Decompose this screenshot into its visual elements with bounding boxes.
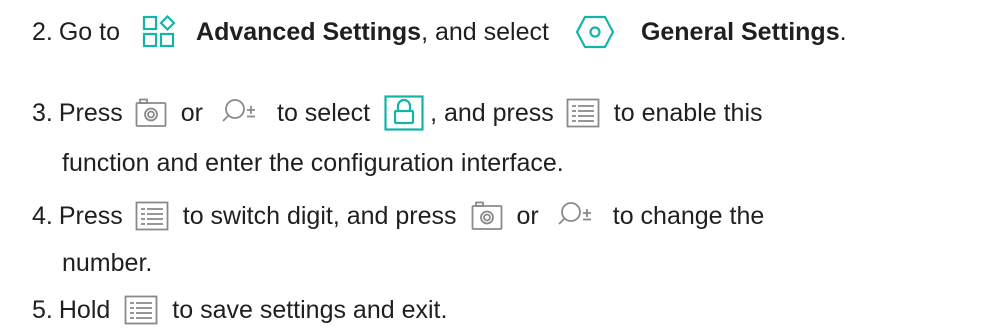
step-text: or — [516, 202, 539, 230]
step-text: , and press — [430, 99, 554, 127]
step-text: Go to — [58, 18, 121, 46]
step-text: Press — [58, 99, 123, 127]
step-text: Hold — [58, 296, 111, 324]
step-text: . — [839, 18, 847, 46]
advanced-settings-label: Advanced Settings — [196, 18, 422, 46]
zoom-plus-minus-icon — [557, 200, 599, 232]
general-settings-label: General Settings — [640, 18, 840, 46]
step-text: function and enter the configuration int… — [62, 149, 564, 177]
step-text: , and select — [421, 18, 549, 46]
step-text: to change the — [612, 202, 765, 230]
step-text: Press — [58, 202, 123, 230]
step-text: to enable this — [613, 99, 763, 127]
menu-list-icon — [135, 201, 169, 231]
step-4-line: 4. Press to switch digit, and press or t… — [32, 196, 764, 236]
grid-settings-icon — [142, 15, 176, 49]
step-number: 4. — [32, 202, 53, 230]
step-3-continuation: function and enter the configuration int… — [62, 143, 564, 183]
step-text: or — [180, 99, 203, 127]
menu-list-icon — [566, 98, 600, 128]
step-2-line: 2. Go to Advanced Settings , and select … — [32, 12, 847, 52]
step-text: to switch digit, and press — [182, 202, 457, 230]
step-text: to select — [277, 99, 371, 127]
step-text: number. — [62, 249, 153, 277]
step-3-line: 3. Press or to select , and press to ena… — [32, 93, 763, 133]
step-5-line: 5. Hold to save settings and exit. — [32, 290, 447, 330]
camera-icon — [471, 201, 503, 231]
hexagon-circle-icon — [575, 15, 615, 49]
zoom-plus-minus-icon — [221, 97, 263, 129]
lock-icon — [384, 95, 424, 131]
step-text: to save settings and exit. — [172, 296, 448, 324]
step-4-continuation: number. — [62, 243, 152, 283]
menu-list-icon — [124, 295, 158, 325]
camera-icon — [135, 98, 167, 128]
step-number: 3. — [32, 99, 53, 127]
step-number: 5. — [32, 296, 53, 324]
step-number: 2. — [32, 18, 53, 46]
